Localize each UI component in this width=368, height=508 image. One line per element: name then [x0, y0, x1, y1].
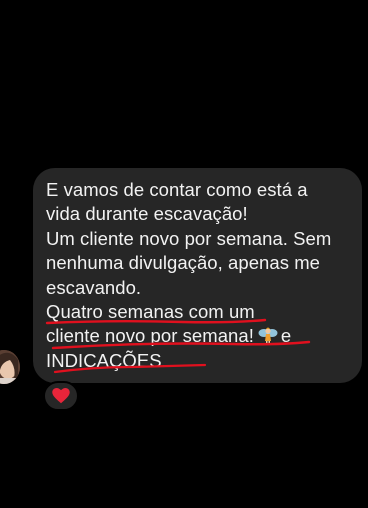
avatar-photo — [0, 350, 20, 384]
reaction-badge[interactable] — [43, 381, 79, 411]
message-text-segment: cliente novo por semana! — [46, 325, 254, 347]
message-line: nenhuma divulgação, apenas me — [46, 252, 320, 274]
message-line: Um cliente novo por semana. Sem — [46, 227, 332, 249]
message-line-underlined: INDICAÇÕES. — [46, 349, 167, 371]
sender-avatar[interactable] — [0, 350, 20, 384]
message-text-segment: e — [280, 325, 292, 347]
red-heart-icon — [52, 388, 70, 404]
message-line-underlined: cliente novo por semana! e — [46, 324, 350, 348]
message-line: escavando. — [46, 276, 142, 298]
message-line: E vamos de contar como está a — [46, 179, 308, 200]
message-line-underlined: Quatro semanas com um — [46, 301, 255, 323]
message-bubble[interactable]: E vamos de contar como está a vida duran… — [33, 168, 362, 383]
fairy-emoji-icon — [258, 327, 278, 345]
message-line: vida durante escavação! — [46, 203, 248, 225]
